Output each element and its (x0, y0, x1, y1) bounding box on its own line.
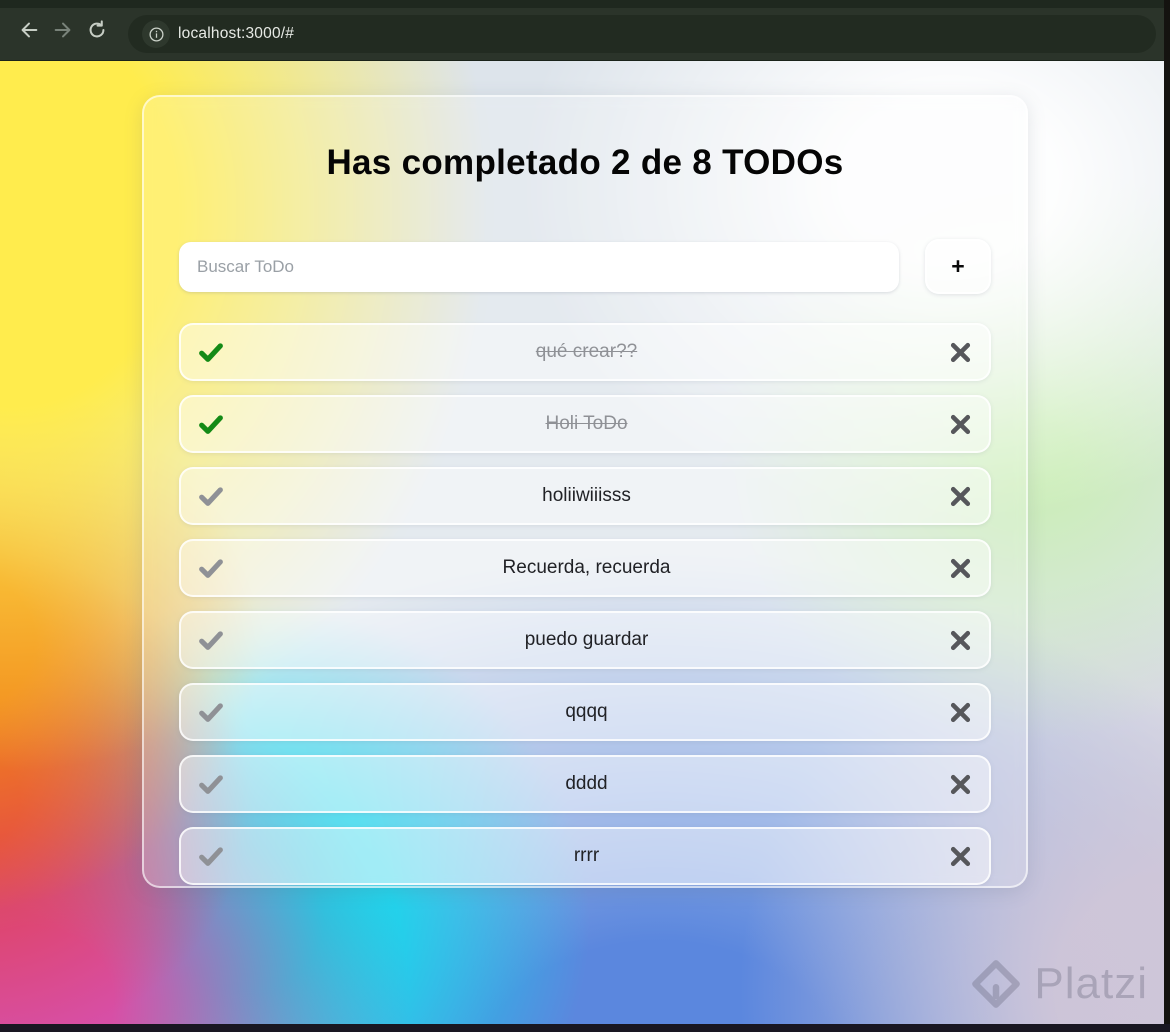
todo-delete-button[interactable] (948, 844, 973, 869)
todo-text: qqqq (565, 701, 608, 722)
search-input[interactable] (179, 241, 899, 292)
delete-x-icon (950, 774, 971, 794)
check-icon (199, 343, 223, 362)
todo-delete-button[interactable] (948, 340, 973, 365)
platzi-logo-icon (972, 960, 1021, 1008)
info-circle-icon (148, 26, 164, 42)
todo-item: holiiwiiisss (179, 467, 991, 525)
forward-button[interactable] (46, 13, 80, 47)
check-icon (199, 775, 223, 794)
check-icon (199, 847, 223, 866)
check-icon (199, 487, 223, 506)
url-bar[interactable]: localhost:3000/# (128, 15, 1156, 53)
todo-delete-button[interactable] (948, 700, 973, 725)
todo-item: dddd (179, 755, 991, 813)
todo-text: holiiwiiisss (542, 485, 631, 506)
back-button[interactable] (12, 13, 46, 47)
window-edge-bottom (0, 1024, 1170, 1032)
delete-x-icon (950, 342, 971, 362)
todo-text: qué crear?? (535, 341, 638, 362)
todo-check-button[interactable] (197, 482, 225, 510)
delete-x-icon (950, 558, 971, 578)
todo-text: Recuerda, recuerda (502, 557, 671, 578)
todo-item: qqqq (179, 683, 991, 741)
delete-x-icon (950, 630, 971, 650)
todo-check-button[interactable] (197, 410, 225, 438)
todo-check-button[interactable] (197, 626, 225, 654)
check-icon (199, 559, 223, 578)
add-todo-button[interactable]: + (925, 239, 991, 294)
todo-text: dddd (565, 773, 608, 794)
todo-card: Has completado 2 de 8 TODOs + qué crear?… (142, 95, 1028, 888)
todo-check-button[interactable] (197, 698, 225, 726)
page-title: Has completado 2 de 8 TODOs (326, 143, 844, 182)
todo-item: Holi ToDo (179, 395, 991, 453)
todo-list: qué crear?? Holi ToDo holiiwiiisss Recue… (179, 323, 991, 885)
delete-x-icon (950, 486, 971, 506)
todo-text: rrrr (573, 845, 600, 866)
todo-delete-button[interactable] (948, 484, 973, 509)
todo-check-button[interactable] (197, 338, 225, 366)
arrow-left-icon (21, 22, 38, 38)
todo-item: Recuerda, recuerda (179, 539, 991, 597)
delete-x-icon (950, 702, 971, 722)
site-info-icon[interactable] (142, 20, 170, 48)
todo-delete-button[interactable] (948, 412, 973, 437)
todo-check-button[interactable] (197, 770, 225, 798)
todo-text: Holi ToDo (545, 413, 628, 434)
search-row: + (179, 239, 991, 294)
browser-toolbar: localhost:3000/# (0, 0, 1170, 61)
check-icon (199, 703, 223, 722)
todo-text: puedo guardar (524, 629, 649, 650)
todo-item: qué crear?? (179, 323, 991, 381)
platzi-label: Platzi (1034, 959, 1148, 1008)
arrow-right-icon (54, 22, 71, 38)
todo-check-button[interactable] (197, 554, 225, 582)
todo-item: rrrr (179, 827, 991, 885)
platzi-watermark: Platzi (970, 958, 1148, 1010)
check-icon (199, 415, 223, 434)
reload-icon (89, 20, 105, 38)
todo-delete-button[interactable] (948, 772, 973, 797)
check-icon (199, 631, 223, 650)
url-text: localhost:3000/# (178, 25, 295, 42)
todo-check-button[interactable] (197, 842, 225, 870)
window-edge-right (1164, 0, 1170, 1032)
delete-x-icon (950, 846, 971, 866)
todo-delete-button[interactable] (948, 628, 973, 653)
delete-x-icon (950, 414, 971, 434)
todo-item: puedo guardar (179, 611, 991, 669)
todo-delete-button[interactable] (948, 556, 973, 581)
reload-button[interactable] (80, 13, 114, 47)
